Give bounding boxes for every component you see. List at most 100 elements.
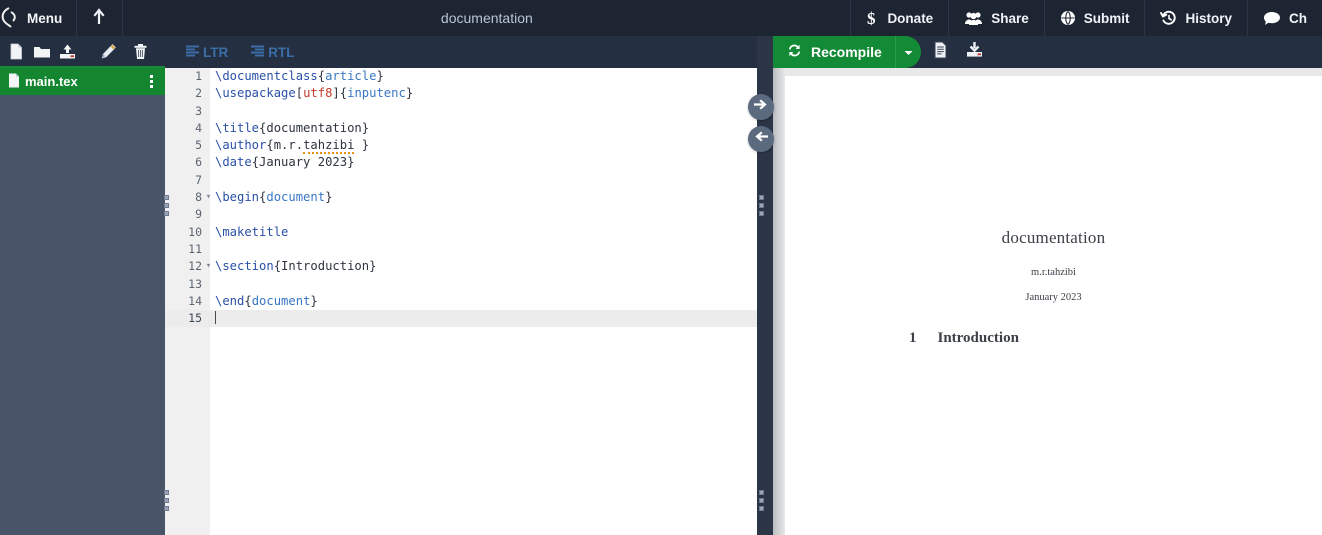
code-token: } [361,138,370,153]
pdf-document-author: m.r.tahzibi [1031,267,1076,278]
line-number: 3 [195,103,202,118]
code-line-text: \begin{document} [215,189,332,206]
donate-button[interactable]: $ Donate [850,0,948,36]
line-number: 2 [195,86,202,101]
rename-pencil-icon[interactable] [98,40,119,62]
code-line[interactable]: 3 [165,103,757,120]
code-token: \usepackage [215,86,296,101]
code-token: m.r. [273,138,304,153]
arrow-right-icon [753,98,768,116]
tex-file-icon [8,73,20,91]
code-token: { [266,138,274,153]
file-tree-item-main-tex[interactable]: main.tex [0,68,165,95]
code-line[interactable]: 1 \documentclass{article} [165,68,757,85]
code-fold-toggle[interactable]: ▾ [204,189,213,206]
code-token: January 2023 [259,155,348,170]
align-right-icon [250,44,265,61]
pdf-preview-panel[interactable]: documentation m.r.tahzibi January 2023 1… [773,68,1322,535]
code-line-text: \usepackage[utf8]{inputenc} [215,85,413,102]
download-pdf-button[interactable] [961,36,989,68]
file-panel-resize-handle-bottom[interactable] [162,485,171,515]
line-number: 11 [188,241,202,256]
code-line-text: \documentclass{article} [215,68,384,85]
history-button[interactable]: History [1144,0,1247,36]
refresh-icon [787,43,802,61]
code-line-text: \section{Introduction} [215,258,376,275]
code-token: [ [295,86,304,101]
code-token: Introduction [281,259,370,274]
line-number: 13 [188,276,202,291]
file-panel-resize-handle[interactable] [162,190,171,220]
project-title: documentation [440,10,533,26]
code-line[interactable]: 14 \end{document} [165,293,757,310]
pdf-section-number: 1 [909,330,917,346]
file-tree-panel: main.tex [0,68,165,535]
goto-pdf-location-button[interactable] [748,94,774,120]
code-line[interactable]: 2 \usepackage[utf8]{inputenc} [165,85,757,102]
delete-trash-icon[interactable] [130,40,151,62]
chat-label: Ch [1289,10,1307,26]
code-line[interactable]: 13 [165,276,757,293]
rtl-button[interactable]: RTL [250,44,295,61]
code-line[interactable]: 4 \title{documentation} [165,120,757,137]
code-token: document [266,190,326,205]
code-line[interactable]: 15 [165,310,757,328]
history-clock-icon [1160,10,1177,26]
new-folder-icon[interactable] [31,40,52,62]
file-name-label: main.tex [25,74,78,89]
menu-label: Menu [27,10,63,26]
line-number: 5 [195,138,202,153]
upload-icon[interactable] [57,40,78,62]
ltr-button[interactable]: LTR [185,44,228,61]
goto-code-location-button[interactable] [748,126,774,152]
kebab-menu-icon[interactable] [150,75,153,88]
editor-pdf-resize-handle-bottom[interactable] [757,485,766,515]
code-lines-container[interactable]: 1 \documentclass{article} 2 \usepackage[utf… [165,68,757,535]
pdf-section-title: Introduction [937,330,1019,346]
topbar-left-group: Menu [0,0,124,36]
code-token: } [361,120,370,135]
chevron-down-icon [904,43,913,61]
code-token: { [317,69,326,83]
code-token: } [310,293,318,308]
code-editor[interactable]: 1 \documentclass{article} 2 \usepackage[utf… [165,68,757,535]
ltr-label: LTR [203,44,229,60]
code-token: { [273,259,282,274]
code-line[interactable]: 12 ▾ \section{Introduction} [165,258,757,275]
toolbars-row: LTR RTL Recompile [0,36,1322,68]
code-line[interactable]: 5 \author{m.r.tahzibi } [165,137,757,155]
code-line-text [215,310,216,327]
line-number: 14 [188,293,202,308]
code-token: } [325,190,333,205]
chat-button[interactable]: Ch [1247,0,1322,36]
editor-pdf-resize-handle[interactable] [757,190,766,220]
recompile-options-button[interactable] [894,36,921,68]
back-to-projects-button[interactable] [77,0,124,36]
pdf-section-heading: 1 Introduction [909,330,1322,347]
share-button[interactable]: Share [948,0,1044,36]
code-token: \date [215,155,252,170]
rtl-label: RTL [268,44,295,60]
code-line[interactable]: 7 [165,172,757,189]
code-fold-toggle[interactable]: ▾ [204,258,213,275]
globe-submit-icon [1060,10,1076,26]
overleaf-editor-window: Menu documentation $ Donate Share Submit… [0,0,1322,535]
download-pdf-icon [965,41,984,64]
compile-logs-button[interactable] [927,36,955,68]
code-line[interactable]: 6 \date{January 2023} [165,154,757,171]
code-line[interactable]: 9 [165,206,757,223]
dollar-icon: $ [866,10,879,27]
line-number: 4 [195,120,202,135]
code-line[interactable]: 10 \maketitle [165,224,757,241]
code-token: article [325,69,377,83]
code-line-text: \end{document} [215,293,318,310]
submit-button[interactable]: Submit [1043,0,1145,36]
donate-label: Donate [887,10,934,26]
code-line[interactable]: 11 [165,241,757,258]
code-line[interactable]: 8 ▾ \begin{document} [165,189,757,206]
code-token: { [244,293,252,308]
recompile-button[interactable]: Recompile [773,36,895,68]
new-file-icon[interactable] [5,40,26,62]
menu-button[interactable]: Menu [0,0,78,36]
